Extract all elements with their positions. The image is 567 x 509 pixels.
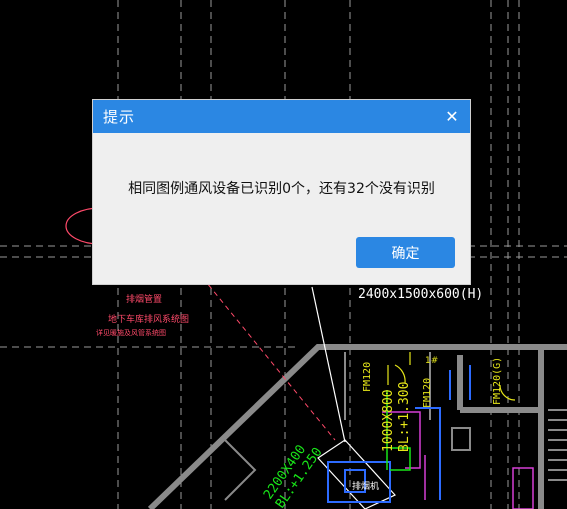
equipment-label: 排烟机 xyxy=(352,480,379,492)
prompt-dialog: 提示 ✕ 相同图例通风设备已识别0个，还有32个没有识别 确定 xyxy=(93,100,470,284)
ok-button[interactable]: 确定 xyxy=(356,237,455,268)
dimension-label: 2400x1500x600(H) xyxy=(358,287,483,302)
room-label: 1# xyxy=(425,356,438,366)
door-label-2: FM120 xyxy=(422,378,433,408)
duct-size-label-1: 1000X800 xyxy=(381,389,396,452)
door-label-3: FM120(G) xyxy=(492,357,503,405)
dialog-message: 相同图例通风设备已识别0个，还有32个没有识别 xyxy=(128,181,435,197)
door-label-1: FM120 xyxy=(362,362,373,392)
duct-elevation-label-1: BL:+1.300 xyxy=(397,382,412,452)
red-annotation-2: 地下车库排风系统图 xyxy=(108,313,189,325)
close-icon[interactable]: ✕ xyxy=(444,108,460,125)
dialog-title: 提示 xyxy=(103,108,136,126)
dialog-titlebar[interactable]: 提示 ✕ xyxy=(93,100,470,133)
red-annotation-1: 排烟管置 xyxy=(126,293,162,305)
red-annotation-3: 详见暖施及风管系统图 xyxy=(96,328,166,337)
